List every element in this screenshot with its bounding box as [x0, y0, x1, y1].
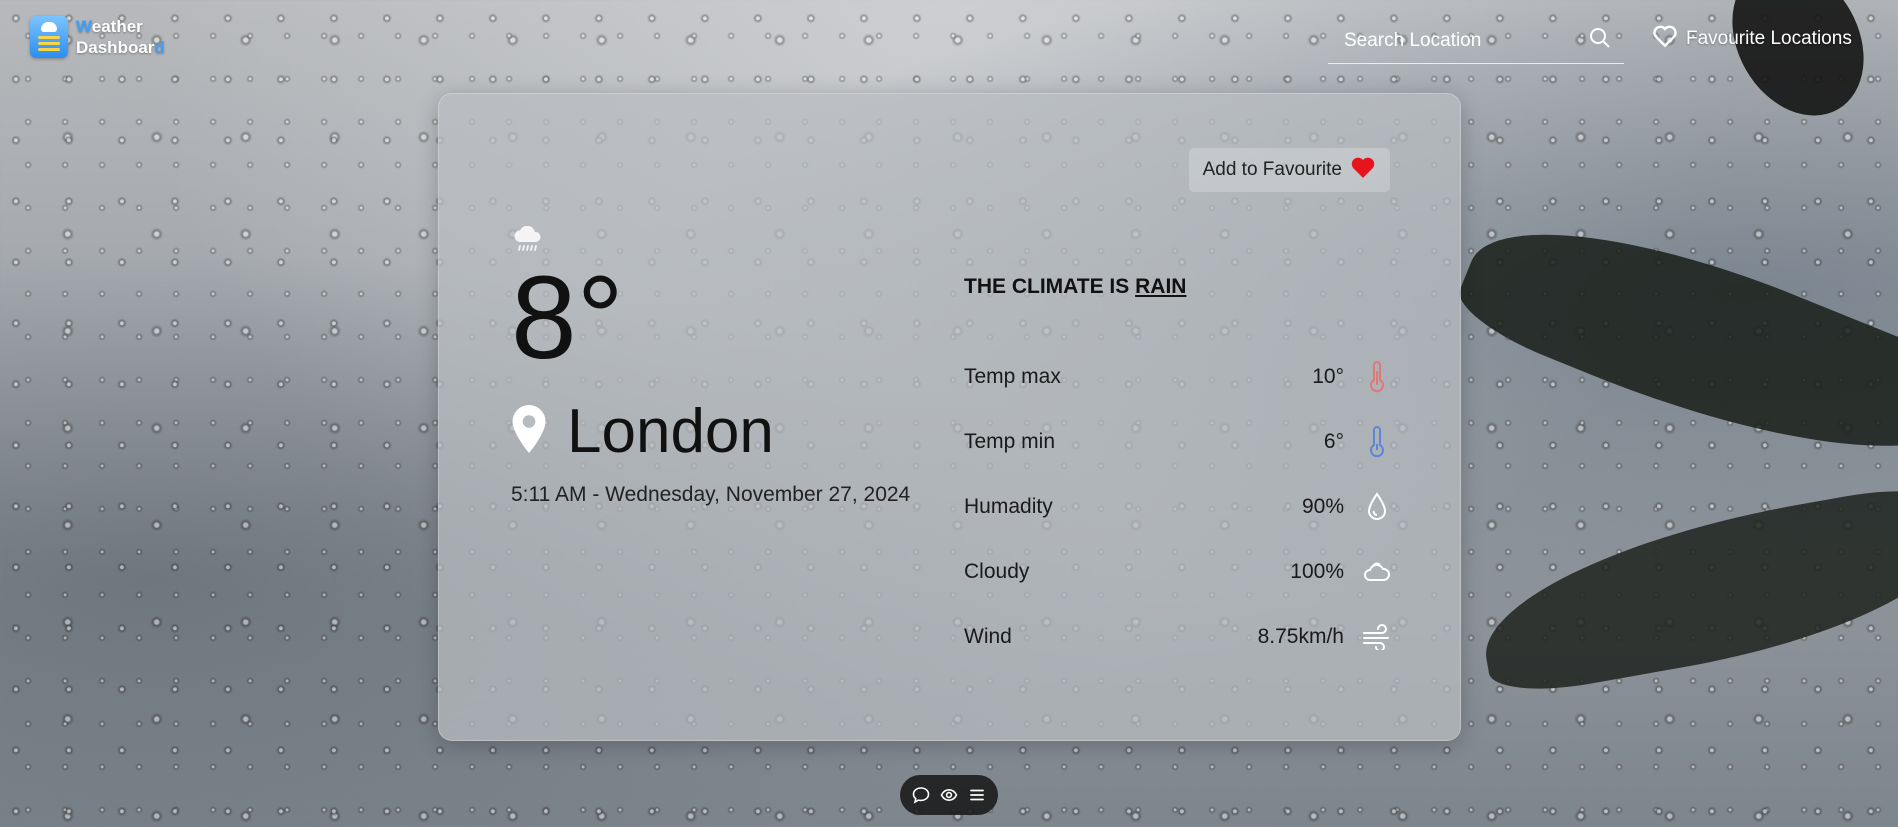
background-leaf	[1448, 178, 1898, 512]
eye-icon[interactable]	[940, 786, 958, 804]
thermometer-cold-icon	[1362, 425, 1392, 459]
favourite-locations-link[interactable]: Favourite Locations	[1652, 24, 1852, 54]
floating-toolbar	[900, 775, 998, 815]
search-icon[interactable]	[1588, 26, 1612, 55]
thermometer-hot-icon	[1362, 360, 1392, 394]
city-name: London	[567, 397, 774, 466]
stat-row-temp-min: Temp min 6°	[964, 409, 1392, 474]
background-leaf	[1706, 0, 1890, 140]
weather-card: Add to Favourite 8° London 5:11 AM - Wed…	[438, 93, 1461, 741]
climate-heading: THE CLIMATE IS RAIN	[964, 275, 1187, 298]
brand[interactable]: Weather Dashboard	[30, 16, 165, 58]
stat-row-cloudy: Cloudy 100%	[964, 539, 1392, 604]
search-bar	[1328, 18, 1624, 64]
cloud-icon	[1362, 555, 1392, 589]
search-input[interactable]	[1344, 29, 1574, 52]
favourite-locations-label: Favourite Locations	[1686, 28, 1852, 49]
current-temperature: 8°	[511, 252, 624, 384]
brand-name: Weather Dashboard	[76, 17, 165, 57]
app-logo-icon	[30, 16, 68, 58]
comment-icon[interactable]	[912, 786, 930, 804]
menu-icon[interactable]	[968, 786, 986, 804]
heart-icon	[1350, 155, 1376, 185]
date-time: 5:11 AM - Wednesday, November 27, 2024	[511, 483, 911, 506]
background-leaf	[1469, 479, 1898, 701]
climate-condition: RAIN	[1135, 275, 1187, 298]
stat-row-wind: Wind 8.75km/h	[964, 604, 1392, 669]
add-to-favourite-button[interactable]: Add to Favourite	[1188, 148, 1390, 192]
stat-row-humidity: Humadity 90%	[964, 474, 1392, 539]
wind-icon	[1362, 620, 1392, 654]
stat-row-temp-max: Temp max 10°	[964, 344, 1392, 409]
weather-stats: Temp max 10° Temp min 6° Humadity 90% Cl…	[964, 344, 1392, 669]
droplet-icon	[1362, 490, 1392, 524]
add-to-favourite-label: Add to Favourite	[1202, 159, 1342, 180]
location-row: London	[511, 396, 774, 467]
heart-outline-icon	[1652, 24, 1678, 54]
location-pin-icon	[511, 405, 547, 458]
